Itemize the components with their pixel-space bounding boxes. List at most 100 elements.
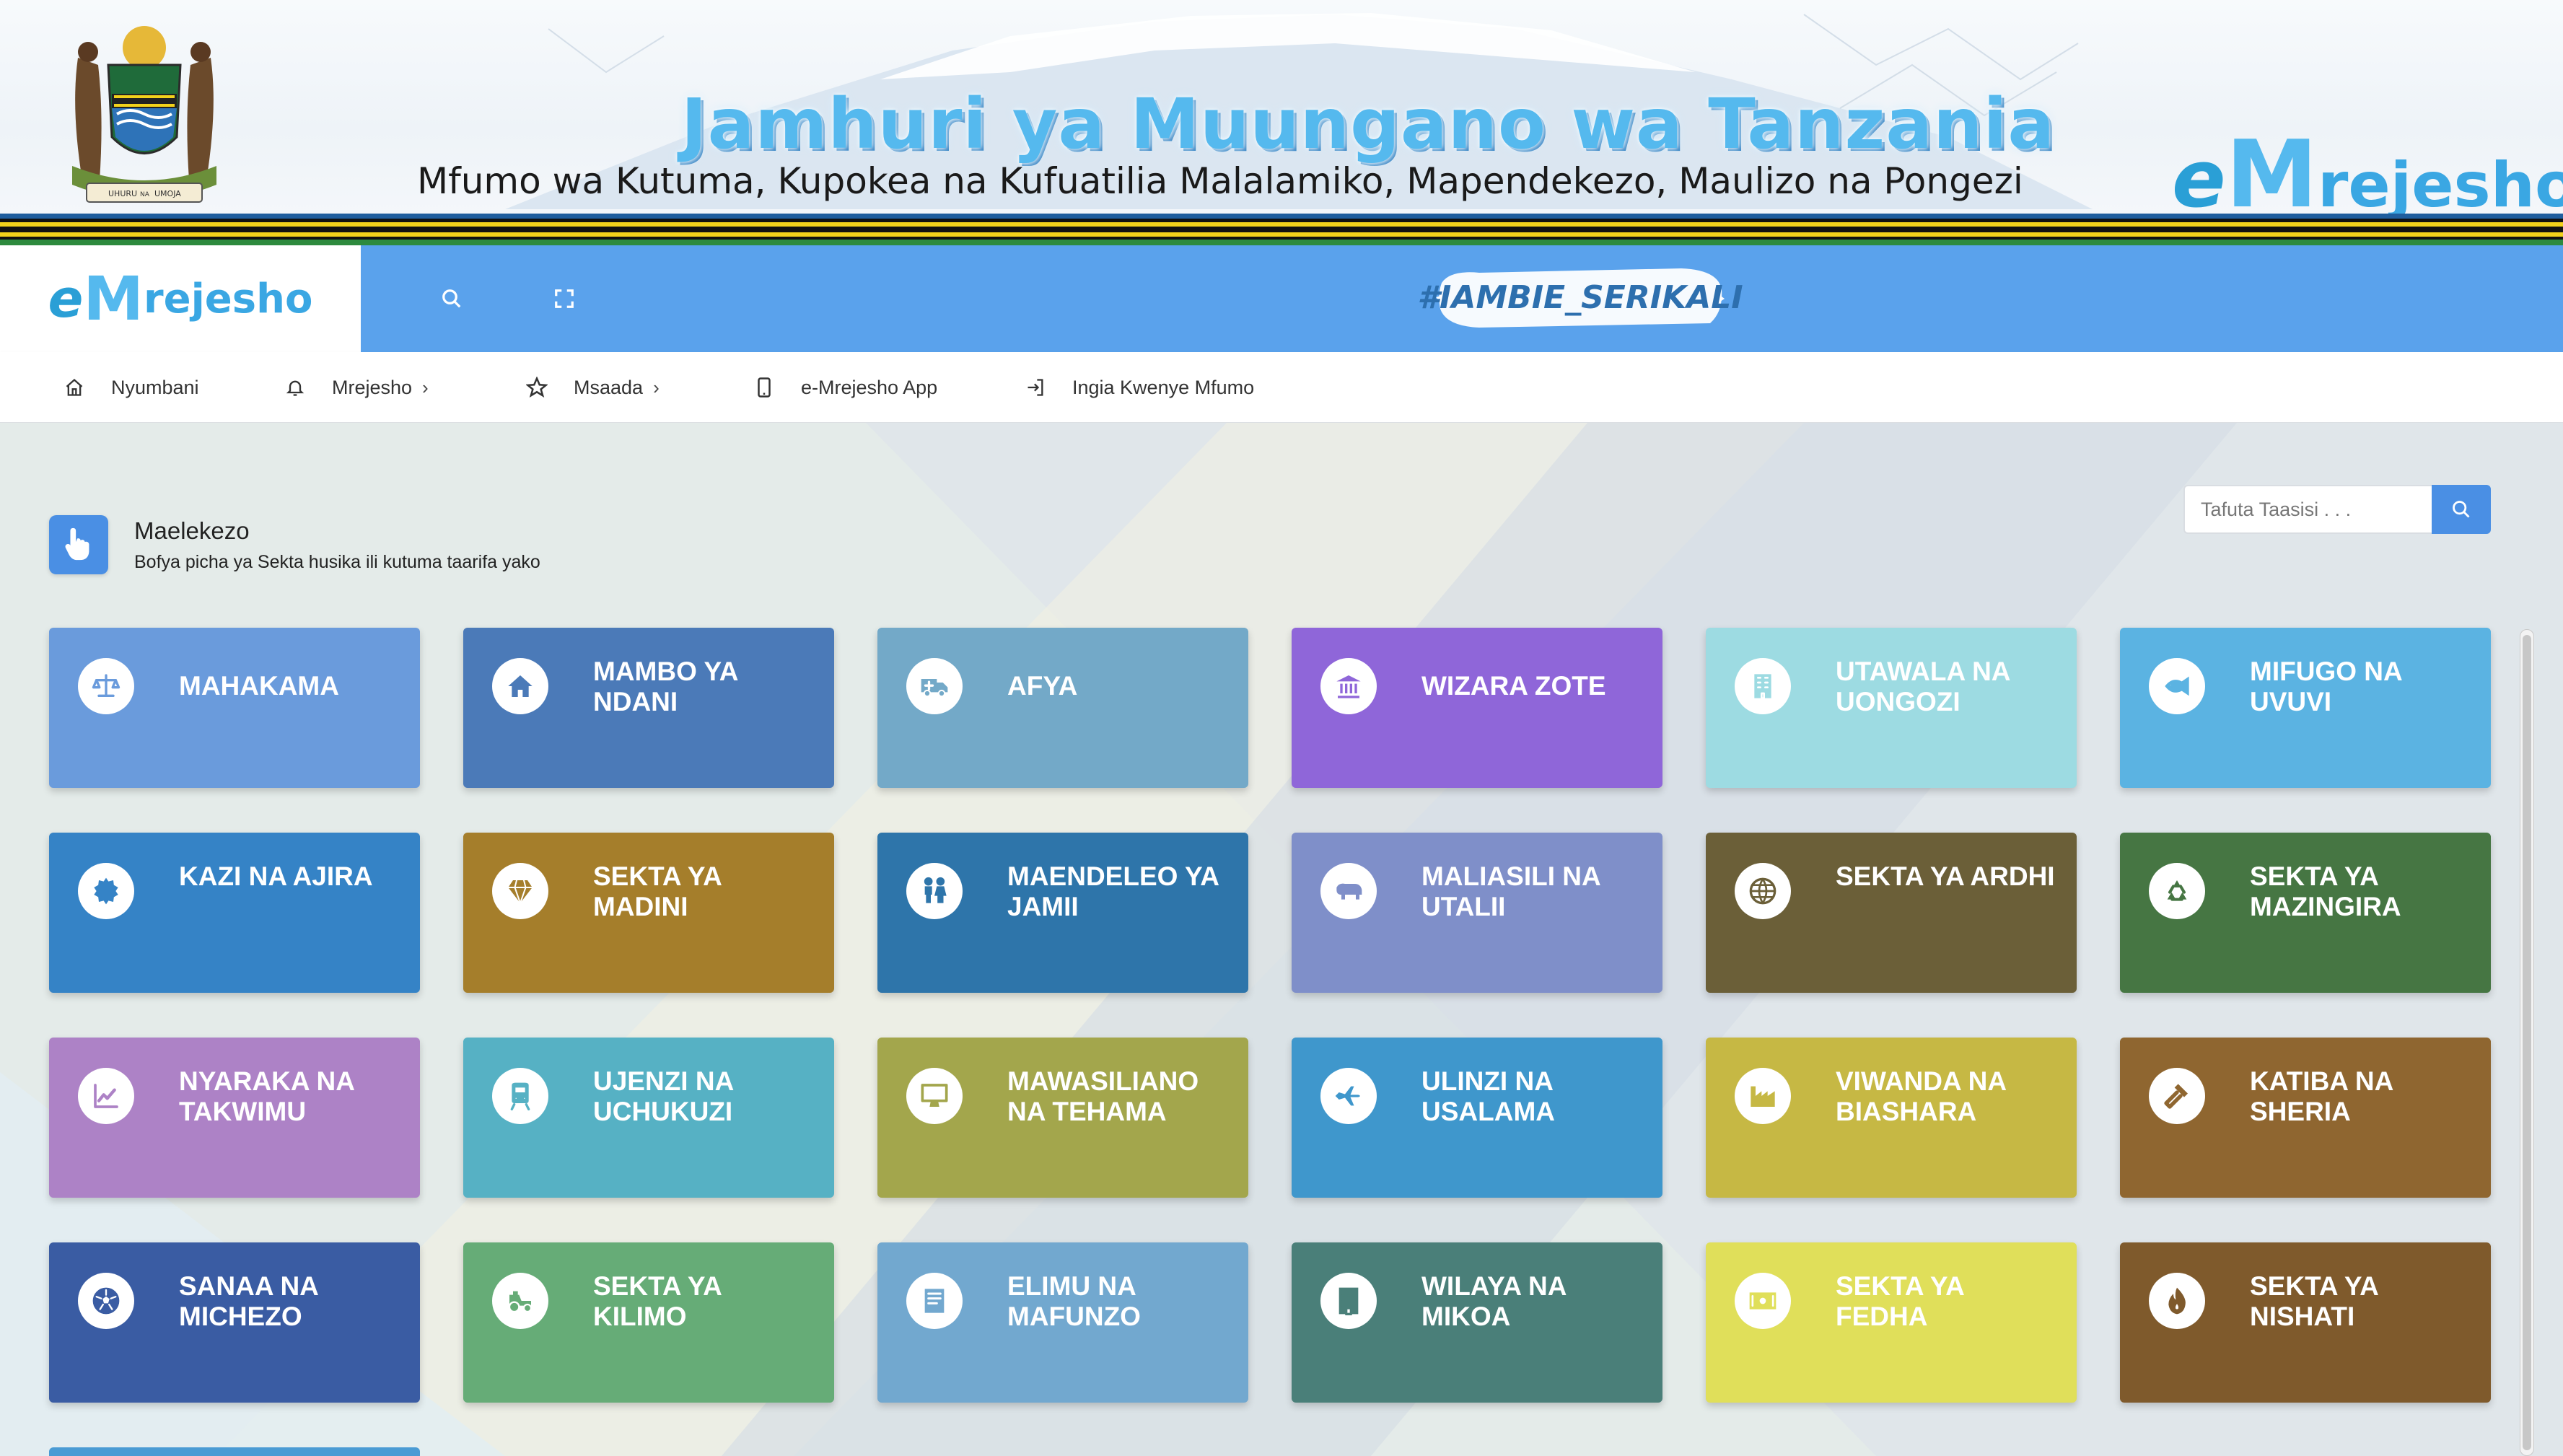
search-icon	[2453, 501, 2470, 518]
menu-item-app[interactable]: e-Mrejesho App	[752, 352, 937, 423]
menu-label: e-Mrejesho App	[801, 376, 938, 398]
sector-card-sanaa-na-michezo[interactable]: SANAA NA MICHEZO	[49, 1242, 420, 1403]
sector-card-sekta-ya-nishati[interactable]: SEKTA YA NISHATI	[2120, 1242, 2491, 1403]
sector-card-elimu-na-mafunzo[interactable]: ELIMU NA MAFUNZO	[877, 1242, 1248, 1403]
flag-stripe-divider	[0, 214, 2563, 245]
logo-letter-m: M	[83, 263, 144, 334]
sector-label: KAZI NA AJIRA	[179, 861, 373, 891]
sector-label: SANAA NA MICHEZO	[179, 1271, 318, 1331]
home-icon	[62, 375, 87, 400]
sector-card-wizara-zote[interactable]: WIZARA ZOTE	[1292, 628, 1662, 788]
chevron-right-icon: ›	[422, 376, 429, 398]
sector-card-maendeleo-ya-jamii[interactable]: MAENDELEO YA JAMII	[877, 833, 1248, 993]
sector-grid: MAHAKAMA MAMBO YA NDANI AFYA WIZARA ZOTE UTA…	[49, 628, 2491, 1403]
sector-card-mahakama[interactable]: MAHAKAMA	[49, 628, 420, 788]
sector-label: SEKTA YA MAZINGIRA	[2250, 861, 2401, 921]
sector-card-wilaya-na-mikoa[interactable]: WILAYA NA MIKOA	[1292, 1242, 1662, 1403]
sector-label: NYARAKA NA TAKWIMU	[179, 1066, 354, 1126]
sector-card-kazi-na-ajira[interactable]: KAZI NA AJIRA	[49, 833, 420, 993]
sector-card-nyaraka-na-takwimu[interactable]: NYARAKA NA TAKWIMU	[49, 1038, 420, 1198]
sign-in-icon	[1023, 375, 1048, 400]
sector-label: AFYA	[1007, 671, 1078, 701]
menu-label: Nyumbani	[111, 376, 199, 398]
sector-card-utawala-na-uongozi[interactable]: UTAWALA NA UONGOZI	[1706, 628, 2077, 788]
sector-card-sekta-ya-mazingira[interactable]: SEKTA YA MAZINGIRA	[2120, 833, 2491, 993]
mobile-icon	[752, 375, 776, 400]
top-navbar: e Mrejesho #IAMBIE_SERIKALI	[0, 245, 2563, 352]
office-building-icon	[1320, 1273, 1377, 1329]
sector-card-afya[interactable]: AFYA	[877, 628, 1248, 788]
globe-icon	[1735, 863, 1791, 919]
sector-card-sekta-ya-kilimo[interactable]: SEKTA YA KILIMO	[463, 1242, 834, 1403]
search-button[interactable]	[2432, 485, 2491, 534]
logo-letter-e: e	[2172, 133, 2226, 215]
search-icon[interactable]	[430, 277, 473, 320]
sector-card-maliasili-na-utalii[interactable]: MALIASILI NA UTALII	[1292, 833, 1662, 993]
sector-label: SEKTA YA KILIMO	[593, 1271, 722, 1331]
menu-item-login[interactable]: Ingia Kwenye Mfumo	[1023, 352, 1254, 423]
sector-card-sekta-ya-madini[interactable]: SEKTA YA MADINI	[463, 833, 834, 993]
emrejesho-banner-logo: eMrejesho	[2172, 121, 2563, 215]
money-icon	[1735, 1273, 1791, 1329]
scales-icon	[78, 658, 134, 714]
sector-label: VIWANDA NA BIASHARA	[1836, 1066, 2006, 1126]
menu-item-msaada[interactable]: Msaada ›	[525, 352, 660, 423]
fullscreen-icon[interactable]	[543, 277, 586, 320]
sector-card-ulinzi-na-usalama[interactable]: ULINZI NA USALAMA	[1292, 1038, 1662, 1198]
sector-label: UJENZI NA UCHUKUZI	[593, 1066, 733, 1126]
ambulance-icon	[906, 658, 963, 714]
sector-card-viwanda-na-biashara[interactable]: VIWANDA NA BIASHARA	[1706, 1038, 2077, 1198]
search-institution-input[interactable]	[2183, 485, 2432, 534]
menu-item-mrejesho[interactable]: Mrejesho ›	[283, 352, 429, 423]
pointer-hand-icon	[49, 515, 108, 574]
sector-card-sekta-ya-fedha[interactable]: SEKTA YA FEDHA	[1706, 1242, 2077, 1403]
coat-motto-right: UMOJA	[154, 189, 181, 198]
sector-label: MAHAKAMA	[179, 671, 339, 701]
instructions: Maelekezo Bofya picha ya Sekta husika il…	[49, 514, 540, 576]
scrollbar-thumb[interactable]	[2523, 635, 2531, 1450]
sector-label: SEKTA YA ARDHI	[1836, 861, 2055, 891]
train-icon	[492, 1068, 548, 1124]
hashtag-text: #IAMBIE_SERIKALI	[1417, 279, 1743, 316]
instructions-title: Maelekezo	[134, 517, 250, 544]
banner-subtitle: Mfumo wa Kutuma, Kupokea na Kufuatilia M…	[417, 160, 2023, 202]
chart-line-icon	[78, 1068, 134, 1124]
instructions-subtitle: Bofya picha ya Sekta husika ili kutuma t…	[134, 551, 540, 572]
sector-label: MIFUGO NA UVUVI	[2250, 657, 2402, 716]
sector-card-partial[interactable]	[49, 1447, 420, 1456]
star-icon	[525, 375, 549, 400]
sector-card-ujenzi-na-uchukuzi[interactable]: UJENZI NA UCHUKUZI	[463, 1038, 834, 1198]
menu-item-nyumbani[interactable]: Nyumbani	[62, 352, 199, 423]
sector-label: UTAWALA NA UONGOZI	[1836, 657, 2010, 716]
sector-label: MAENDELEO YA JAMII	[1007, 861, 1219, 921]
plane-icon	[1320, 1068, 1377, 1124]
header-banner: UHURU NA UMOJA Jamhuri ya Muungano wa Ta…	[0, 0, 2563, 215]
hashtag-badge: #IAMBIE_SERIKALI	[1417, 261, 1743, 333]
institution-search	[2183, 485, 2491, 534]
logo-letter-m: M	[2225, 121, 2318, 215]
sector-label: MALIASILI NA UTALII	[1421, 861, 1600, 921]
sector-card-mawasiliano-na-tehama[interactable]: MAWASILIANO NA TEHAMA	[877, 1038, 1248, 1198]
logo-word: rejesho	[2317, 149, 2563, 215]
sector-card-mambo-ya-ndani[interactable]: MAMBO YA NDANI	[463, 628, 834, 788]
building-icon	[1735, 658, 1791, 714]
menu-label: Msaada	[574, 376, 644, 398]
sector-label: SEKTA YA NISHATI	[2250, 1271, 2378, 1331]
gavel-icon	[2149, 1068, 2205, 1124]
sector-label: SEKTA YA FEDHA	[1836, 1271, 1964, 1331]
main-menu: Nyumbani Mrejesho › Msaada › e-Mrejesho …	[0, 352, 2563, 423]
sector-card-katiba-na-sheria[interactable]: KATIBA NA SHERIA	[2120, 1038, 2491, 1198]
coat-motto-left: UHURU	[108, 189, 137, 198]
desktop-icon	[906, 1068, 963, 1124]
hippo-icon	[1320, 863, 1377, 919]
sector-label: WILAYA NA MIKOA	[1421, 1271, 1567, 1331]
sector-card-sekta-ya-ardhi[interactable]: SEKTA YA ARDHI	[1706, 833, 2077, 993]
sector-card-mifugo-na-uvuvi[interactable]: MIFUGO NA UVUVI	[2120, 628, 2491, 788]
navbar-logo[interactable]: e Mrejesho	[0, 245, 361, 352]
coat-motto-center: NA	[140, 191, 150, 198]
home-icon	[492, 658, 548, 714]
fish-icon	[2149, 658, 2205, 714]
menu-label: Ingia Kwenye Mfumo	[1072, 376, 1255, 398]
industry-icon	[1735, 1068, 1791, 1124]
sector-label: MAWASILIANO NA TEHAMA	[1007, 1066, 1199, 1126]
